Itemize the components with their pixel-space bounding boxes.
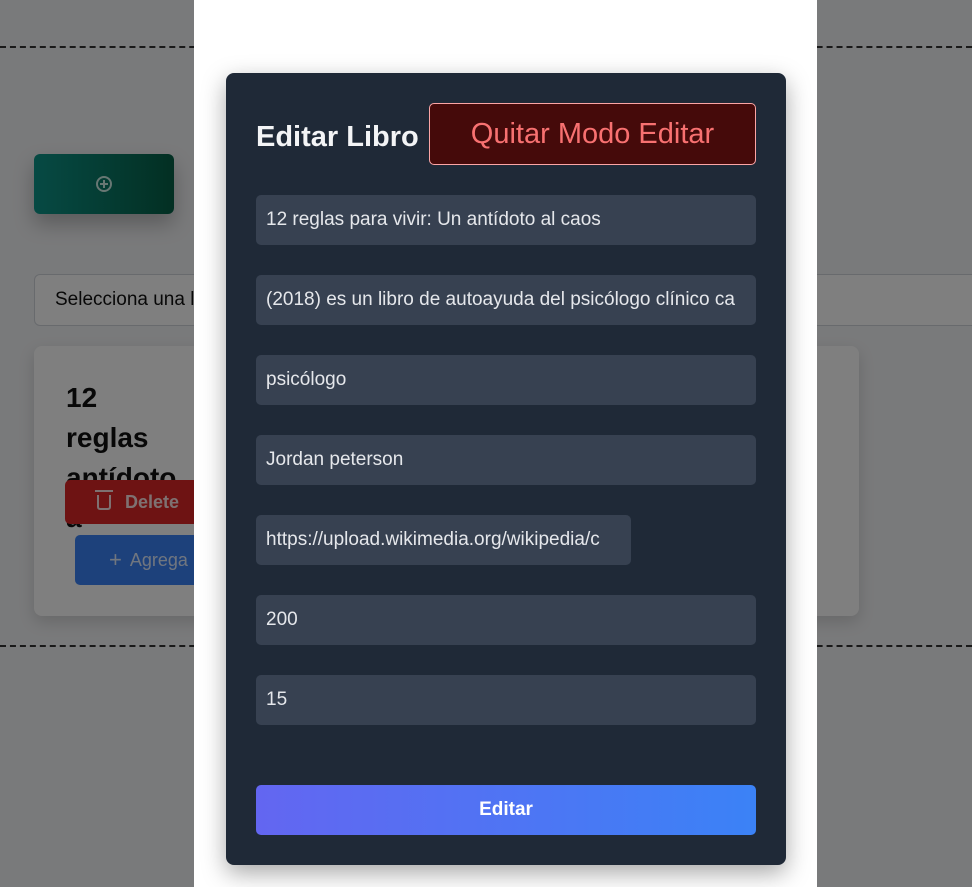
edit-form-title: Editar Libro	[256, 121, 419, 153]
pages-input[interactable]	[256, 595, 756, 645]
price-input[interactable]	[256, 675, 756, 725]
description-input[interactable]	[256, 275, 756, 325]
category-input[interactable]	[256, 355, 756, 405]
submit-edit-button[interactable]: Editar	[256, 785, 756, 835]
edit-book-form: Editar Libro Quitar Modo Editar Editar	[226, 73, 786, 865]
exit-edit-mode-button[interactable]: Quitar Modo Editar	[429, 103, 756, 165]
author-input[interactable]	[256, 435, 756, 485]
image-url-input[interactable]	[256, 515, 631, 565]
title-input[interactable]	[256, 195, 756, 245]
